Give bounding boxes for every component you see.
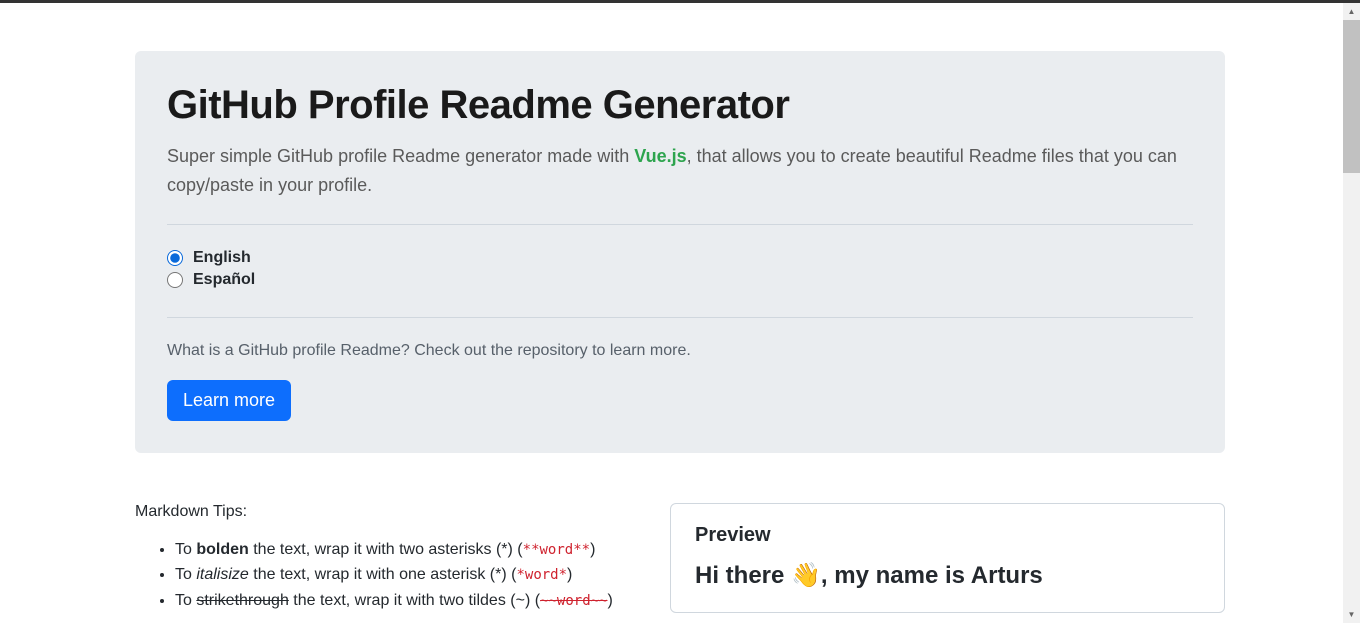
tip-text: the text, wrap it with two tildes (~) ( [289, 592, 540, 609]
tip-text: ) [567, 566, 572, 583]
greeting-text: , my name is Arturs [821, 562, 1043, 589]
tip-emphasis: bolden [196, 541, 248, 558]
tip-emphasis: strikethrough [196, 592, 289, 609]
tip-text: To [175, 541, 196, 558]
language-option-spanish[interactable]: Español [167, 271, 1193, 289]
preview-greeting: Hi there 👋, my name is Arturs [695, 561, 1200, 590]
page-title: GitHub Profile Readme Generator [167, 83, 1193, 128]
tip-text: the text, wrap it with one asterisk (*) … [249, 566, 517, 583]
preview-heading: Preview [695, 524, 1200, 547]
learn-more-button[interactable]: Learn more [167, 380, 291, 421]
label-english[interactable]: English [193, 249, 251, 267]
lower-section: Markdown Tips: To bolden the text, wrap … [135, 503, 1225, 614]
tip-text: ) [590, 541, 595, 558]
preview-panel: Preview Hi there 👋, my name is Arturs [670, 503, 1225, 614]
language-section: English Español [167, 225, 1193, 317]
tip-strike: To strikethrough the text, wrap it with … [175, 588, 640, 614]
tip-text: To [175, 592, 196, 609]
label-spanish[interactable]: Español [193, 271, 255, 289]
header-panel: GitHub Profile Readme Generator Super si… [135, 51, 1225, 453]
scrollbar-arrow-up[interactable]: ▲ [1343, 3, 1360, 20]
tip-code: *word* [516, 567, 567, 583]
learn-more-text: What is a GitHub profile Readme? Check o… [167, 342, 1193, 360]
subtitle-text-before: Super simple GitHub profile Readme gener… [167, 146, 634, 166]
scrollbar-arrow-down[interactable]: ▼ [1343, 606, 1360, 623]
tip-text: ) [607, 592, 612, 609]
page-subtitle: Super simple GitHub profile Readme gener… [167, 142, 1193, 200]
tip-code: **word** [523, 542, 590, 558]
tips-list: To bolden the text, wrap it with two ast… [135, 537, 640, 614]
tip-text: the text, wrap it with two asterisks (*)… [249, 541, 523, 558]
radio-english[interactable] [167, 250, 183, 266]
tips-heading: Markdown Tips: [135, 503, 640, 521]
language-option-english[interactable]: English [167, 249, 1193, 267]
learn-section: What is a GitHub profile Readme? Check o… [167, 318, 1193, 421]
tip-text: To [175, 566, 196, 583]
tip-emphasis: italisize [196, 566, 248, 583]
tip-italic: To italisize the text, wrap it with one … [175, 562, 640, 588]
tip-code: ~~word~~ [540, 593, 607, 609]
wave-icon: 👋 [791, 562, 821, 589]
scrollbar-thumb[interactable] [1343, 3, 1360, 173]
greeting-text: Hi there [695, 562, 791, 589]
vuejs-link[interactable]: Vue.js [634, 146, 686, 166]
radio-spanish[interactable] [167, 272, 183, 288]
markdown-tips-column: Markdown Tips: To bolden the text, wrap … [135, 503, 640, 614]
tip-bold: To bolden the text, wrap it with two ast… [175, 537, 640, 563]
